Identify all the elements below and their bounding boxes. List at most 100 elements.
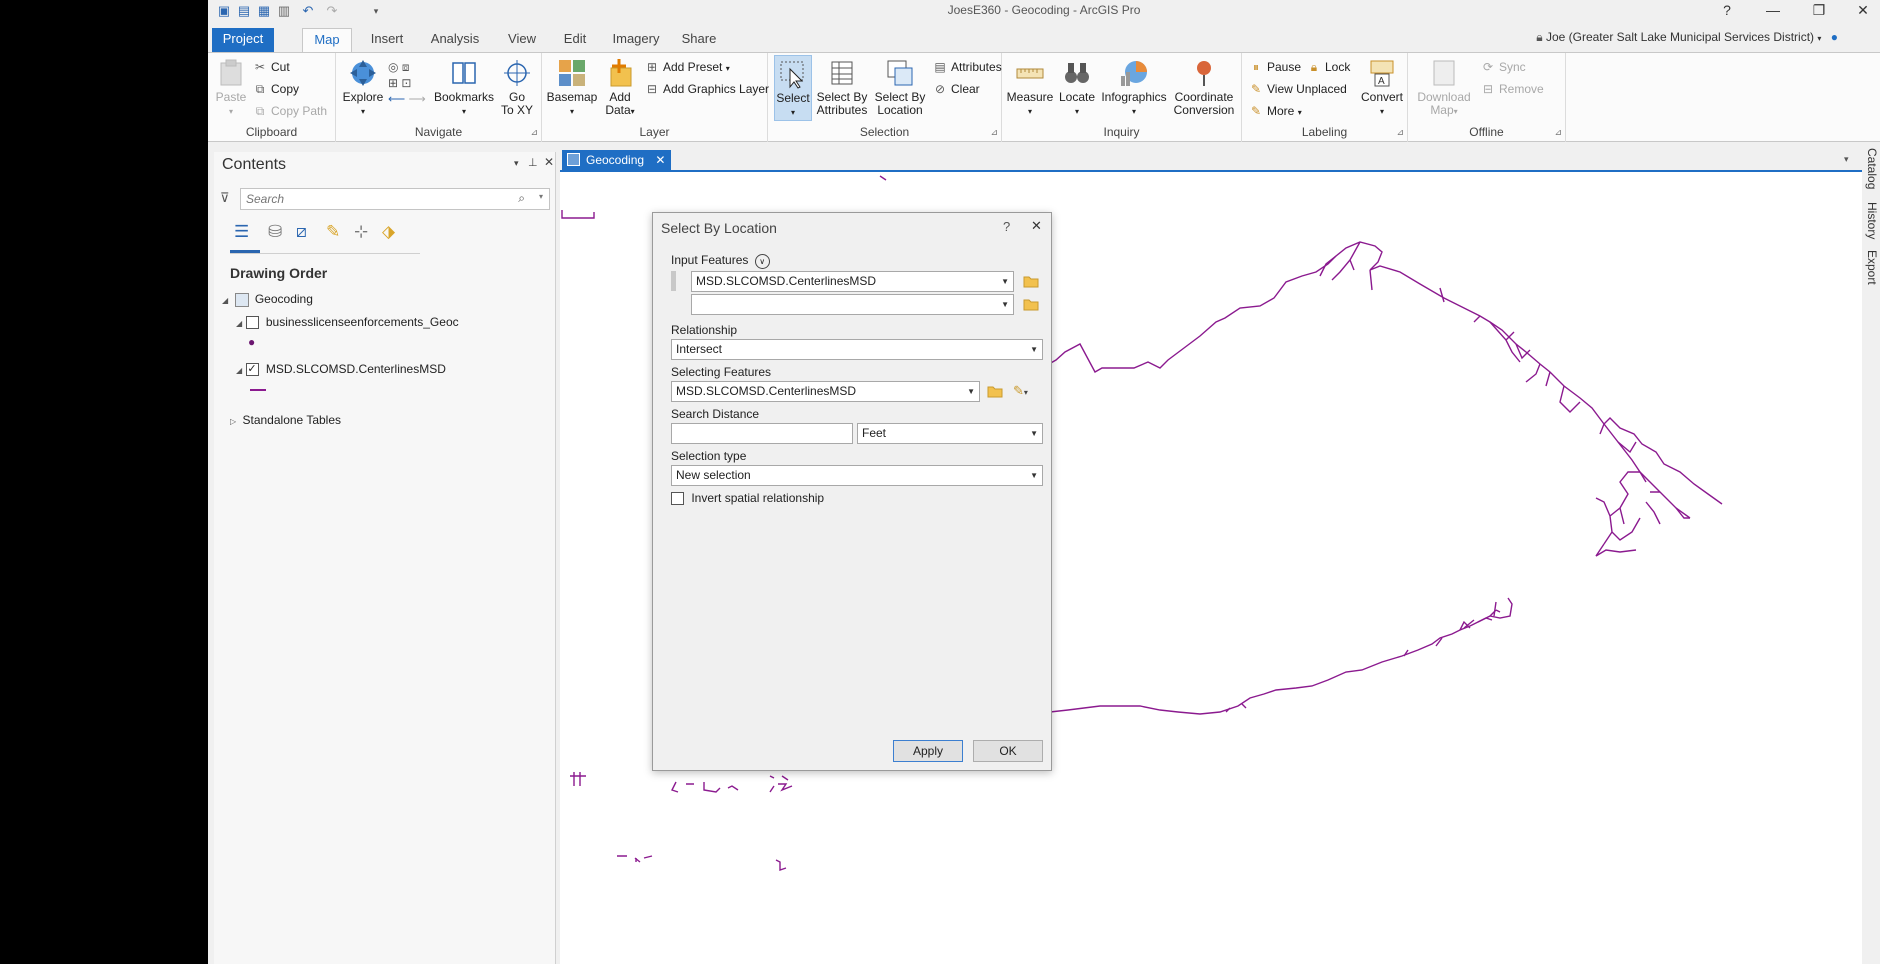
fixed-zoom-out-icon[interactable]: ⊡ <box>401 76 411 90</box>
tab-map[interactable]: Map <box>302 28 352 52</box>
user-account[interactable]: 🔒︎ Joe (Greater Salt Lake Municipal Serv… <box>1536 30 1838 45</box>
offline-launcher-icon[interactable]: ⊿ <box>1554 127 1562 138</box>
close-button[interactable]: ✕ <box>1846 0 1880 22</box>
measure-button[interactable]: Measure ▾ <box>1006 57 1054 118</box>
invert-checkbox[interactable] <box>671 492 684 506</box>
zoom-to-layer-icon[interactable]: ⊞ <box>388 76 398 90</box>
tab-analysis[interactable]: Analysis <box>422 28 488 52</box>
list-by-data-source-icon[interactable]: ⛁ <box>268 222 282 242</box>
standalone-tables-node[interactable]: ▷ Standalone Tables <box>230 413 341 427</box>
remove-button[interactable]: ⊟ Remove <box>1480 79 1544 99</box>
copy-path-button[interactable]: ⧉ Copy Path <box>252 101 327 121</box>
layer-visibility-checkbox[interactable]: ✓ <box>245 363 259 377</box>
ok-button[interactable]: OK <box>973 740 1043 762</box>
search-options-icon[interactable]: ▾ <box>539 192 543 201</box>
select-by-location-button[interactable]: Select By Location <box>872 57 928 117</box>
basemap-button[interactable]: Basemap ▾ <box>546 57 598 118</box>
input-features-dropdown-1[interactable]: MSD.SLCOMSD.CenterlinesMSD ▼ <box>691 271 1014 292</box>
search-distance-input[interactable] <box>671 423 853 444</box>
add-data-button[interactable]: Add Data▾ <box>600 57 640 118</box>
close-tab-icon[interactable]: ✕ <box>655 153 665 167</box>
download-map-button[interactable]: Download Map▾ <box>1414 57 1474 118</box>
input-features-dropdown-2[interactable]: ▼ <box>691 294 1014 315</box>
explore-button[interactable]: Explore ▾ <box>340 57 386 118</box>
browse-folder-icon[interactable] <box>987 385 1003 398</box>
paste-button[interactable]: Paste ▾ <box>212 57 250 118</box>
map-node[interactable]: ◢ Geocoding <box>222 292 313 307</box>
collapse-icon[interactable]: ◢ <box>236 319 242 328</box>
filter-icon[interactable]: ⊽ <box>220 190 230 206</box>
tab-imagery[interactable]: Imagery <box>606 28 666 52</box>
list-by-labeling-icon[interactable]: ⬗ <box>382 222 395 242</box>
bookmarks-button[interactable]: Bookmarks ▾ <box>432 57 496 118</box>
previous-extent-icon[interactable]: ⟵ <box>388 92 405 106</box>
tab-share[interactable]: Share <box>674 28 724 52</box>
cut-button[interactable]: ✂ Cut <box>252 57 290 77</box>
selection-launcher-icon[interactable]: ⊿ <box>990 127 998 138</box>
layer-node-business-license[interactable]: ◢ businesslicenseenforcements_Geoc <box>236 315 459 330</box>
input-drag-handle[interactable] <box>671 271 676 291</box>
attributes-button[interactable]: ▤ Attributes <box>932 57 1001 77</box>
notification-icon[interactable]: ● <box>1831 30 1838 44</box>
select-button[interactable]: Select ▾ <box>774 55 812 121</box>
sync-button[interactable]: ⟳ Sync <box>1480 57 1526 77</box>
add-preset-button[interactable]: ⊞ Add Preset ▾ <box>644 57 730 77</box>
pin-icon[interactable]: ⊥ <box>528 156 538 169</box>
clear-selection-button[interactable]: ⊘ Clear <box>932 79 980 99</box>
coordinate-conversion-button[interactable]: Coordinate Conversion <box>1170 57 1238 117</box>
sketch-tool-icon[interactable]: ✎▾ <box>1013 383 1028 399</box>
tab-edit[interactable]: Edit <box>554 28 596 52</box>
dialog-help-button[interactable]: ? <box>1003 219 1010 234</box>
relationship-dropdown[interactable]: Intersect ▼ <box>671 339 1043 360</box>
add-graphics-layer-button[interactable]: ⊟ Add Graphics Layer <box>644 79 769 99</box>
pause-labeling-button[interactable]: ⏸ Pause <box>1248 57 1301 77</box>
infographics-button[interactable]: Infographics ▾ <box>1100 57 1168 118</box>
collapse-icon[interactable]: ◢ <box>236 366 242 375</box>
full-extent-icon[interactable]: ◎ <box>388 60 398 74</box>
next-extent-icon[interactable]: ⟶ <box>409 92 426 106</box>
contents-search-input[interactable] <box>241 189 501 209</box>
labeling-launcher-icon[interactable]: ⊿ <box>1396 127 1404 138</box>
minimize-button[interactable]: — <box>1756 0 1790 22</box>
browse-folder-icon[interactable] <box>1023 298 1039 311</box>
more-labeling-button[interactable]: ✎ More ▾ <box>1248 101 1302 121</box>
catalog-tab[interactable]: Catalog <box>1865 148 1879 189</box>
copy-button[interactable]: ⧉ Copy <box>252 79 299 99</box>
lock-labeling-button[interactable]: 🔒︎ Lock <box>1306 57 1351 77</box>
help-button[interactable]: ? <box>1710 0 1744 22</box>
go-to-xy-button[interactable]: Go To XY <box>496 57 538 117</box>
map-view-tab[interactable]: Geocoding ✕ <box>562 150 672 170</box>
list-by-drawing-order-icon[interactable]: ☰ <box>234 222 249 242</box>
fixed-zoom-in-icon[interactable]: ⧈ <box>402 60 410 74</box>
layer-node-centerlines[interactable]: ◢ ✓ MSD.SLCOMSD.CenterlinesMSD <box>236 362 446 377</box>
export-tab[interactable]: Export <box>1865 250 1879 285</box>
tab-insert[interactable]: Insert <box>360 28 414 52</box>
restore-button[interactable]: ❐ <box>1802 0 1836 22</box>
distance-unit-dropdown[interactable]: Feet ▼ <box>857 423 1043 444</box>
layer-visibility-checkbox[interactable] <box>245 316 259 330</box>
browse-folder-icon[interactable] <box>1023 275 1039 288</box>
close-pane-icon[interactable]: ✕ <box>544 155 554 169</box>
apply-button[interactable]: Apply <box>893 740 963 762</box>
view-unplaced-button[interactable]: ✎ View Unplaced <box>1248 79 1347 99</box>
expand-chevron-icon[interactable]: ∨ <box>754 254 770 269</box>
collapse-icon[interactable]: ◢ <box>222 296 228 305</box>
convert-button[interactable]: A Convert ▾ <box>1360 57 1404 118</box>
navigate-launcher-icon[interactable]: ⊿ <box>530 127 538 138</box>
pane-options-icon[interactable]: ▾ <box>514 158 519 169</box>
locate-button[interactable]: Locate ▾ <box>1056 57 1098 118</box>
selection-type-dropdown[interactable]: New selection ▼ <box>671 465 1043 486</box>
dialog-close-button[interactable]: ✕ <box>1031 218 1042 234</box>
selecting-features-dropdown[interactable]: MSD.SLCOMSD.CenterlinesMSD ▼ <box>671 381 980 402</box>
expand-icon[interactable]: ▷ <box>230 417 236 426</box>
search-icon[interactable]: ⌕ <box>518 191 525 206</box>
select-by-attributes-button[interactable]: Select By Attributes <box>814 57 870 117</box>
tab-project[interactable]: Project <box>212 28 274 52</box>
view-unplaced-icon: ✎ <box>1250 82 1262 96</box>
list-by-editing-icon[interactable]: ✎ <box>326 222 340 242</box>
history-tab[interactable]: History <box>1865 202 1879 239</box>
list-by-selection-icon[interactable]: ⧄ <box>296 222 307 242</box>
tab-view[interactable]: View <box>498 28 546 52</box>
tab-list-icon[interactable]: ▾ <box>1844 154 1849 165</box>
list-by-snapping-icon[interactable]: ⊹ <box>354 222 368 242</box>
